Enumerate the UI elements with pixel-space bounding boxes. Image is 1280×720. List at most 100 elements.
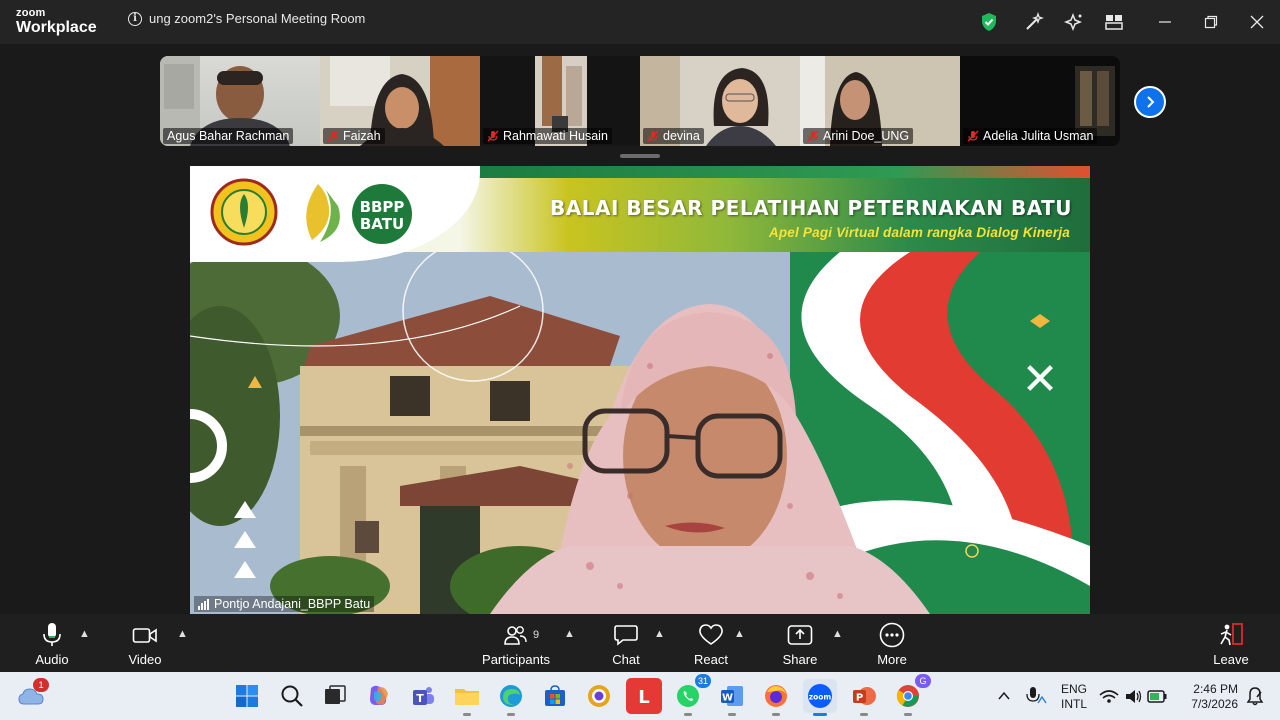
muted-mic-icon bbox=[807, 130, 819, 142]
security-shield-icon[interactable] bbox=[977, 10, 1001, 34]
share-button[interactable]: Share bbox=[765, 622, 835, 667]
whatsapp-badge: 31 bbox=[694, 674, 711, 688]
participant-tile[interactable]: devina bbox=[640, 56, 800, 146]
show-hidden-icons-button[interactable] bbox=[989, 681, 1019, 711]
chat-bubble-icon bbox=[614, 625, 638, 646]
task-view-icon bbox=[325, 685, 346, 704]
audio-options-caret[interactable]: ▲ bbox=[79, 628, 90, 640]
title-bar: zoom Workplace i ung zoom2's Personal Me… bbox=[0, 0, 1280, 44]
info-icon[interactable]: i bbox=[128, 11, 142, 26]
brand-bottom: Workplace bbox=[16, 19, 97, 36]
store-app[interactable] bbox=[540, 681, 570, 711]
leave-button[interactable]: Leave bbox=[1196, 622, 1266, 667]
video-button[interactable]: Video bbox=[110, 622, 180, 667]
muted-mic-icon bbox=[327, 130, 339, 142]
edge-app[interactable] bbox=[496, 681, 526, 716]
banner-subtitle: Apel Pagi Virtual dalam rangka Dialog Ki… bbox=[768, 225, 1070, 240]
windows-taskbar: 1 T L 31 W zoom P G ENG INTL 2:46 PM 7/3… bbox=[0, 672, 1280, 720]
microphone-tray-icon bbox=[1026, 687, 1047, 704]
participants-options-caret[interactable]: ▲ bbox=[564, 628, 575, 640]
word-icon: W bbox=[721, 686, 743, 706]
folder-icon bbox=[455, 689, 479, 705]
zoom-app[interactable]: zoom bbox=[803, 679, 837, 716]
wifi-icon bbox=[1099, 690, 1119, 703]
search-button[interactable] bbox=[277, 681, 307, 711]
svg-text:✕: ✕ bbox=[1022, 354, 1059, 405]
start-button[interactable] bbox=[232, 681, 262, 711]
ai-companion-icon[interactable] bbox=[1062, 10, 1086, 34]
chrome-profile-badge: G bbox=[915, 674, 931, 688]
participant-name: Adelia Julita Usman bbox=[963, 128, 1098, 144]
weather-badge: 1 bbox=[33, 678, 49, 692]
system-tray-icons bbox=[1099, 690, 1167, 703]
powerpoint-icon: P bbox=[853, 687, 876, 705]
weather-widget[interactable]: 1 bbox=[17, 678, 49, 711]
input-language[interactable]: ENG INTL bbox=[1061, 682, 1087, 712]
video-options-caret[interactable]: ▲ bbox=[177, 628, 188, 640]
copilot-app[interactable] bbox=[364, 681, 394, 711]
svg-text:W: W bbox=[722, 693, 733, 704]
participant-tile[interactable]: Adelia Julita Usman bbox=[960, 56, 1120, 146]
participant-strip: Agus Bahar Rachman Faizah Rahmawati Husa… bbox=[160, 56, 1120, 146]
svg-text:zoom: zoom bbox=[809, 693, 832, 702]
powerpoint-app[interactable]: P bbox=[849, 681, 879, 716]
lms-app[interactable]: L bbox=[626, 678, 662, 714]
muted-mic-icon bbox=[487, 130, 499, 142]
logo-group: BBPP BATU bbox=[210, 178, 412, 246]
mic-in-use-indicator[interactable] bbox=[1020, 681, 1050, 711]
view-grid-icon[interactable] bbox=[1102, 10, 1126, 34]
signal-strength-icon bbox=[198, 598, 209, 610]
chat-button[interactable]: Chat bbox=[591, 622, 661, 667]
task-view-button[interactable] bbox=[320, 681, 350, 711]
chrome-app[interactable]: G bbox=[893, 674, 931, 716]
magic-wand-icon[interactable] bbox=[1022, 10, 1046, 34]
participant-tile[interactable]: Faizah bbox=[320, 56, 480, 146]
battery-icon bbox=[1147, 690, 1167, 703]
svg-text:T: T bbox=[416, 692, 424, 705]
minimize-icon[interactable] bbox=[1153, 10, 1177, 34]
whatsapp-icon bbox=[677, 685, 699, 707]
whatsapp-app[interactable]: 31 bbox=[673, 674, 711, 716]
network-volume-battery[interactable] bbox=[1096, 681, 1168, 711]
edge-icon bbox=[500, 685, 522, 707]
browser-app[interactable] bbox=[584, 681, 614, 711]
muted-mic-icon bbox=[647, 130, 659, 142]
participants-button[interactable]: Participants bbox=[481, 622, 551, 667]
leave-door-icon bbox=[1220, 623, 1243, 646]
participants-icon bbox=[504, 626, 527, 645]
search-icon bbox=[281, 685, 303, 707]
restore-icon[interactable] bbox=[1199, 10, 1223, 34]
volume-icon bbox=[1126, 690, 1142, 703]
more-button[interactable]: More bbox=[857, 622, 927, 667]
strip-drag-handle[interactable] bbox=[620, 154, 660, 158]
chrome-icon bbox=[896, 685, 919, 707]
audio-button[interactable]: Audio bbox=[17, 622, 87, 667]
participant-name: Faizah bbox=[323, 128, 385, 144]
word-app[interactable]: W bbox=[717, 681, 747, 716]
participant-tile[interactable]: Arini Doe_UNG bbox=[800, 56, 960, 146]
banner-stripe bbox=[450, 166, 1090, 178]
participant-tile[interactable]: Rahmawati Husain bbox=[480, 56, 640, 146]
firefox-app[interactable] bbox=[761, 681, 791, 716]
firefox-icon bbox=[765, 685, 787, 707]
meeting-info[interactable]: i ung zoom2's Personal Meeting Room bbox=[128, 11, 365, 26]
participant-name: Arini Doe_UNG bbox=[803, 128, 914, 144]
muted-mic-icon bbox=[967, 130, 979, 142]
heart-icon bbox=[699, 624, 723, 645]
participant-tile[interactable]: Agus Bahar Rachman bbox=[160, 56, 320, 146]
meeting-title: ung zoom2's Personal Meeting Room bbox=[149, 11, 366, 26]
teams-app[interactable]: T bbox=[408, 681, 438, 711]
react-options-caret[interactable]: ▲ bbox=[734, 628, 745, 640]
notifications-button[interactable] bbox=[1240, 681, 1270, 711]
next-page-button[interactable] bbox=[1134, 86, 1166, 118]
share-options-caret[interactable]: ▲ bbox=[832, 628, 843, 640]
chevron-up-icon bbox=[998, 691, 1010, 700]
chat-options-caret[interactable]: ▲ bbox=[654, 628, 665, 640]
participant-name: devina bbox=[643, 128, 704, 144]
share-screen-icon bbox=[787, 625, 813, 645]
close-icon[interactable] bbox=[1245, 10, 1269, 34]
chevron-right-icon bbox=[1147, 96, 1155, 108]
l-app-icon: L bbox=[638, 687, 649, 706]
file-explorer-app[interactable] bbox=[452, 681, 482, 716]
clock[interactable]: 2:46 PM 7/3/2026 bbox=[1186, 682, 1238, 712]
